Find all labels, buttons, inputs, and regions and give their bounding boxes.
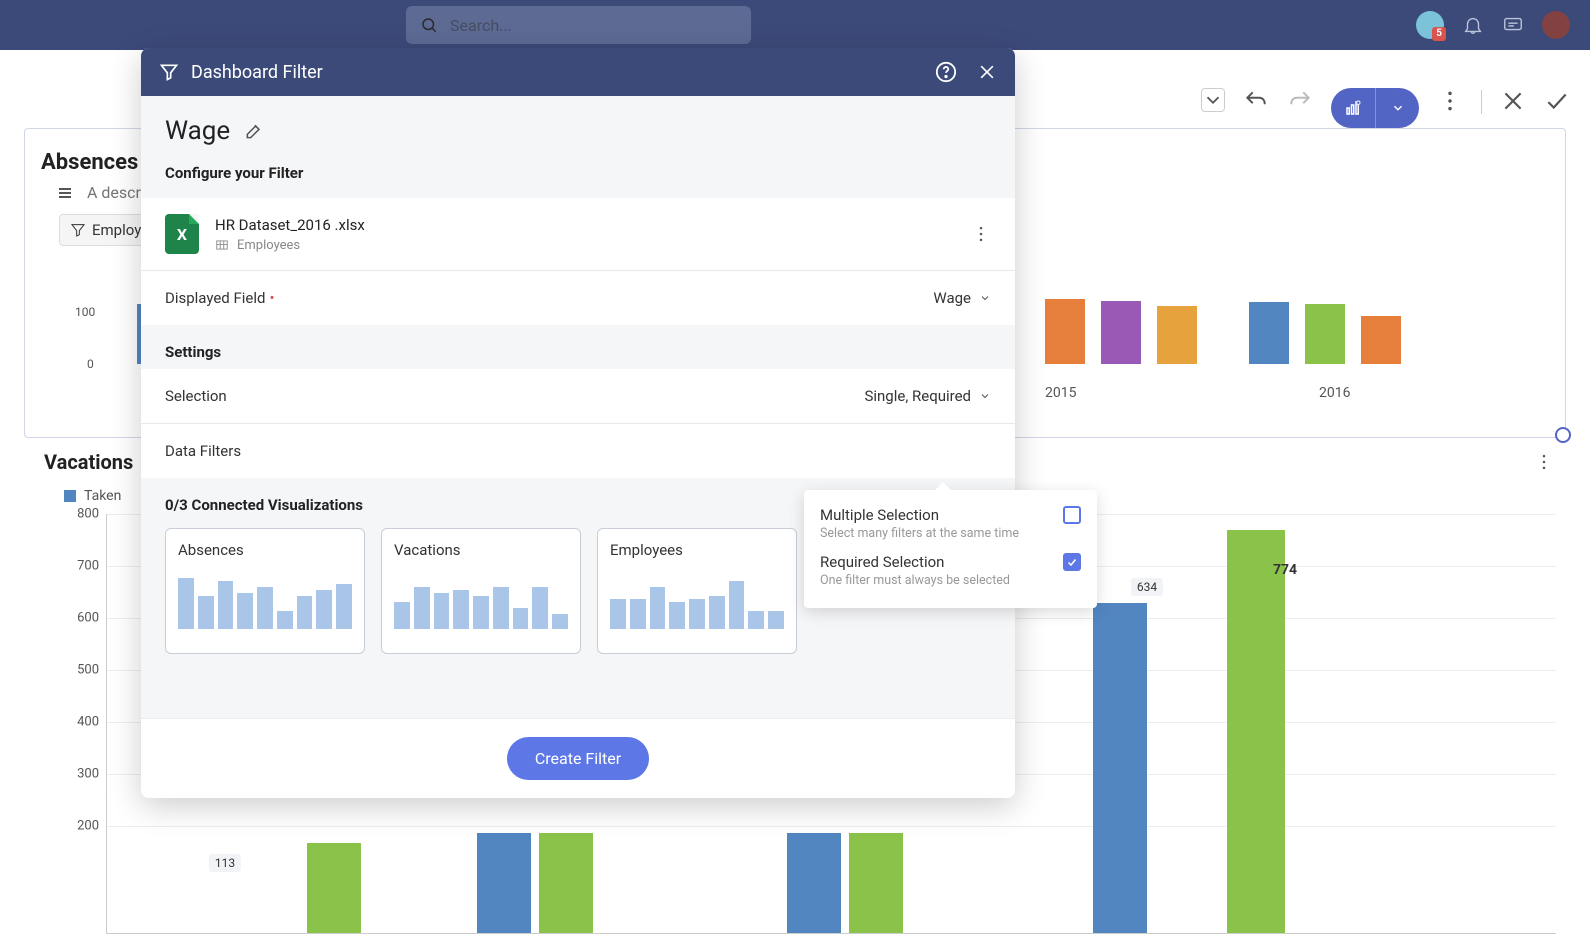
bar-label: 634 — [1131, 578, 1163, 596]
excel-icon: X — [165, 214, 199, 254]
filter-name-row: Wage — [141, 96, 1015, 154]
filter-name: Wage — [165, 116, 230, 146]
required-indicator: • — [270, 289, 275, 307]
xaxis-label: 2016 — [1319, 385, 1350, 401]
multiple-selection-row[interactable]: Multiple Selection Select many filters a… — [820, 502, 1081, 549]
required-selection-subtitle: One filter must always be selected — [820, 573, 1010, 588]
edit-icon[interactable] — [244, 121, 264, 141]
badge-count: 5 — [1432, 27, 1446, 41]
datasource-table: Employees — [215, 238, 365, 253]
chat-icon[interactable] — [1502, 14, 1524, 36]
yaxis-tick: 100 — [75, 305, 95, 319]
dropdown-caret-button[interactable] — [1201, 88, 1225, 112]
modal-header: Dashboard Filter — [141, 48, 1015, 96]
bell-icon[interactable] — [1462, 14, 1484, 36]
legend-swatch — [64, 490, 76, 502]
data-filters-row[interactable]: Data Filters — [141, 424, 1015, 478]
add-chart-icon[interactable] — [1331, 88, 1375, 128]
selection-popover: Multiple Selection Select many filters a… — [804, 490, 1097, 608]
datasource-more-options[interactable] — [971, 224, 991, 244]
selection-label: Selection — [165, 387, 227, 405]
selection-row[interactable]: Selection Single, Required — [141, 369, 1015, 423]
required-selection-row[interactable]: Required Selection One filter must alway… — [820, 549, 1081, 596]
ytick: 400 — [77, 715, 99, 730]
topbar-right-icons: 5 — [1416, 11, 1570, 39]
ytick: 500 — [77, 663, 99, 678]
displayed-field-label: Displayed Field — [165, 289, 266, 307]
ytick: 700 — [77, 559, 99, 574]
chevron-down-icon — [979, 292, 991, 304]
viz-card-absences[interactable]: Absences — [165, 528, 365, 654]
cancel-button[interactable] — [1500, 88, 1526, 114]
settings-label: Settings — [141, 325, 1015, 369]
xaxis-label: 2015 — [1045, 385, 1076, 401]
displayed-field-row[interactable]: Displayed Field• Wage — [141, 271, 1015, 325]
modal-body: Wage Configure your Filter X HR Dataset_… — [141, 96, 1015, 718]
divider — [1481, 90, 1482, 114]
ytick: 800 — [77, 507, 99, 522]
more-options-button[interactable] — [1437, 88, 1463, 114]
table-icon — [215, 238, 229, 252]
funnel-icon — [159, 62, 179, 82]
chevron-down-icon — [979, 390, 991, 402]
search-input[interactable] — [450, 16, 737, 35]
add-chart-dropdown[interactable] — [1375, 88, 1419, 128]
viz-card-title: Vacations — [394, 541, 568, 559]
datasource-panel: X HR Dataset_2016 .xlsx Employees Displa… — [141, 198, 1015, 325]
widget-more-options[interactable] — [1534, 452, 1554, 472]
displayed-field-value[interactable]: Wage — [933, 289, 991, 307]
search-icon — [420, 16, 438, 34]
create-filter-button[interactable]: Create Filter — [507, 737, 649, 780]
configure-label: Configure your Filter — [141, 154, 1015, 198]
dashboard-filter-modal: Dashboard Filter Wage Configure your Fil… — [141, 48, 1015, 798]
viz-card-vacations[interactable]: Vacations — [381, 528, 581, 654]
mini-chart — [394, 569, 568, 629]
help-icon[interactable] — [935, 61, 957, 83]
selection-value[interactable]: Single, Required — [864, 387, 991, 405]
required-selection-title: Required Selection — [820, 553, 1010, 571]
viz-card-title: Absences — [178, 541, 352, 559]
funnel-icon — [70, 222, 86, 238]
legend-label: Taken — [84, 488, 121, 504]
bar-label: 113 — [209, 854, 241, 872]
yaxis-tick: 0 — [87, 357, 94, 371]
menu-icon[interactable] — [55, 185, 75, 201]
avatar[interactable] — [1542, 11, 1570, 39]
ytick: 200 — [77, 819, 99, 834]
vacations-title: Vacations — [44, 450, 133, 474]
required-selection-checkbox[interactable] — [1063, 553, 1081, 571]
close-icon[interactable] — [977, 62, 997, 82]
top-nav-bar: 5 — [0, 0, 1590, 50]
check-icon — [1066, 556, 1078, 568]
multiple-selection-checkbox[interactable] — [1063, 506, 1081, 524]
viz-card-title: Employees — [610, 541, 784, 559]
mini-chart — [610, 569, 784, 629]
data-filters-label: Data Filters — [165, 442, 241, 460]
ytick: 600 — [77, 611, 99, 626]
confirm-button[interactable] — [1544, 88, 1570, 114]
global-search[interactable] — [406, 6, 751, 44]
ytick: 300 — [77, 767, 99, 782]
multiple-selection-subtitle: Select many filters at the same time — [820, 526, 1019, 541]
datasource-file: HR Dataset_2016 .xlsx — [215, 216, 365, 234]
modal-title: Dashboard Filter — [191, 62, 323, 83]
modal-footer: Create Filter — [141, 718, 1015, 798]
mini-chart — [178, 569, 352, 629]
undo-button[interactable] — [1243, 88, 1269, 114]
viz-card-employees[interactable]: Employees — [597, 528, 797, 654]
add-chart-split-button[interactable] — [1331, 88, 1419, 128]
editor-toolbar — [1201, 68, 1570, 186]
bar-group — [1045, 299, 1401, 364]
multiple-selection-title: Multiple Selection — [820, 506, 1019, 524]
notification-badge-icon[interactable]: 5 — [1416, 11, 1444, 39]
bar-label: 774 — [1267, 560, 1303, 580]
redo-button[interactable] — [1287, 88, 1313, 114]
